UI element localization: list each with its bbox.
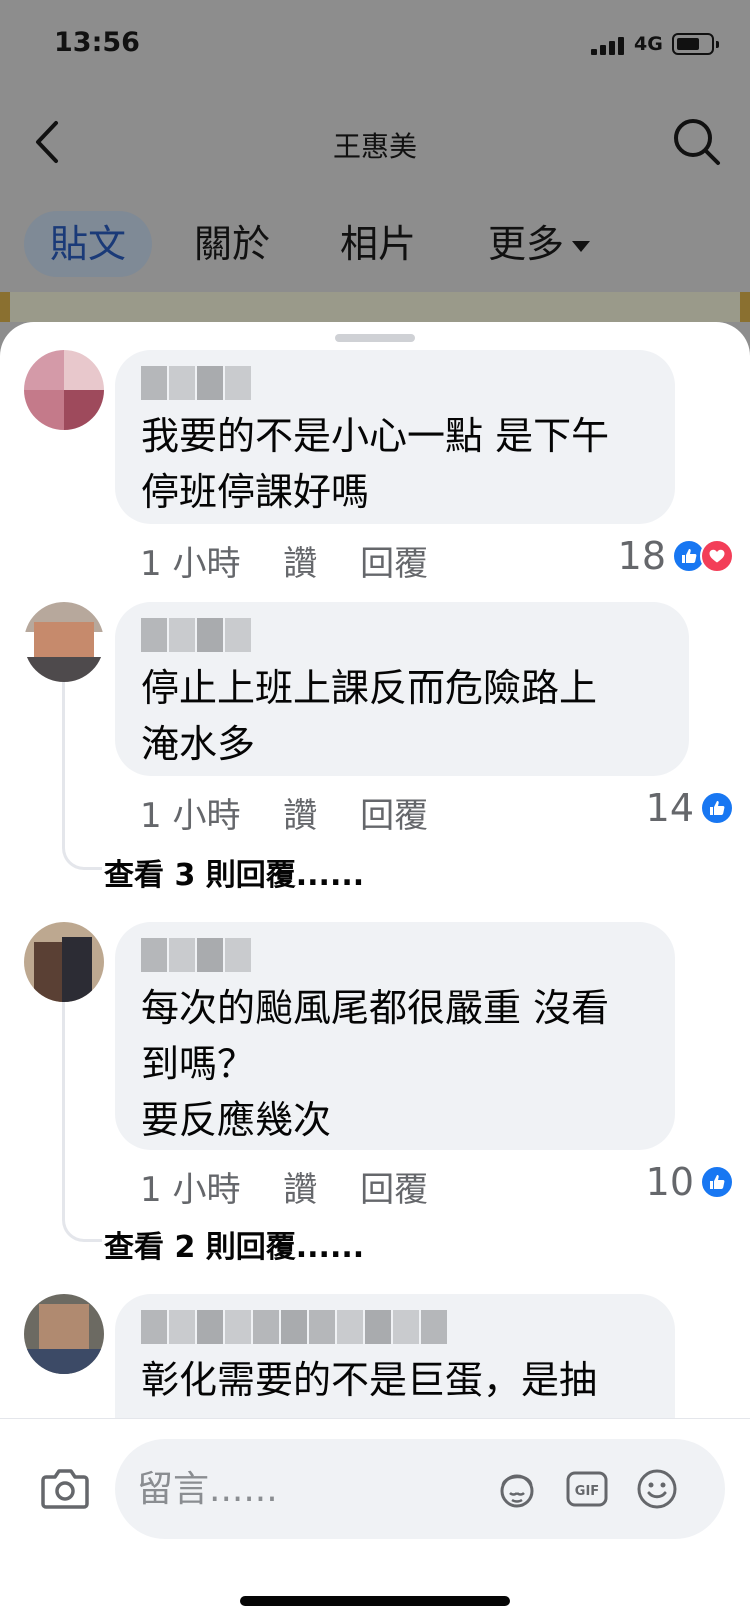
- comment-composer: GIF: [0, 1418, 750, 1624]
- tab-about[interactable]: 關於: [194, 211, 270, 277]
- reaction-count: 14: [645, 786, 694, 830]
- background-page: 13:56 4G 王惠美 貼文 關於 相片 更多: [0, 0, 750, 340]
- comment-time: 1 小時: [140, 796, 241, 836]
- avatar[interactable]: [24, 602, 104, 682]
- home-indicator[interactable]: [240, 1596, 510, 1606]
- reaction-count: 18: [617, 534, 666, 578]
- reaction-summary[interactable]: 14: [645, 786, 734, 830]
- like-button[interactable]: 讚: [283, 788, 317, 837]
- like-button[interactable]: 讚: [283, 1162, 317, 1211]
- reply-button[interactable]: 回覆: [360, 788, 428, 837]
- comment-text: 每次的颱風尾都很嚴重 沒看 到嗎？ 要反應幾次: [141, 986, 610, 1142]
- search-icon[interactable]: [670, 115, 722, 167]
- tab-photos[interactable]: 相片: [340, 211, 416, 277]
- comment-bubble: 停止上班上課反而危險路上 淹水多: [115, 602, 689, 776]
- gif-label: GIF: [575, 1484, 599, 1499]
- profile-tabs: 貼文 關於 相片 更多: [0, 205, 750, 280]
- comment-text: 彰化需要的不是巨蛋，是抽: [141, 1358, 598, 1402]
- comment-time: 1 小時: [140, 544, 241, 584]
- reaction-summary[interactable]: 10: [645, 1160, 734, 1204]
- comment-text: 我要的不是小心一點 是下午 停班停課好嗎: [141, 414, 610, 514]
- reaction-summary[interactable]: 18: [617, 534, 734, 578]
- avatar[interactable]: [24, 922, 104, 1002]
- signal-icon: [591, 37, 627, 55]
- comment-meta: 1 小時 讚 回覆: [140, 1162, 460, 1211]
- tab-more[interactable]: 更多: [488, 211, 591, 277]
- nav-bar: 王惠美: [0, 95, 750, 190]
- reply-button[interactable]: 回覆: [360, 536, 428, 585]
- network-label: 4G: [634, 33, 663, 55]
- comment-bubble: 我要的不是小心一點 是下午 停班停課好嗎: [115, 350, 675, 524]
- view-replies-link[interactable]: 查看 3 則回覆......: [104, 850, 364, 894]
- reply-thread-line: [62, 1002, 102, 1242]
- reply-button[interactable]: 回覆: [360, 1162, 428, 1211]
- avatar-sticker-icon[interactable]: [495, 1467, 539, 1511]
- caret-down-icon: [572, 241, 591, 252]
- like-icon: [700, 791, 734, 825]
- reply-thread-line: [62, 682, 102, 870]
- like-button[interactable]: 讚: [283, 536, 317, 585]
- emoji-icon[interactable]: [635, 1467, 679, 1511]
- tab-posts[interactable]: 貼文: [24, 211, 153, 277]
- avatar[interactable]: [24, 350, 104, 430]
- comment-time: 1 小時: [140, 1170, 241, 1210]
- status-bar: 13:56 4G: [0, 0, 750, 95]
- author-name-blurred[interactable]: [141, 1310, 649, 1344]
- author-name-blurred[interactable]: [141, 366, 649, 400]
- comment-input[interactable]: [137, 1459, 477, 1519]
- comment-input-pill[interactable]: GIF: [115, 1439, 725, 1539]
- author-name-blurred[interactable]: [141, 618, 663, 652]
- reaction-count: 10: [645, 1160, 694, 1204]
- love-icon: [700, 539, 734, 573]
- comment-text: 停止上班上課反而危險路上 淹水多: [141, 666, 598, 766]
- sheet-grabber[interactable]: [335, 334, 415, 342]
- view-replies-link[interactable]: 查看 2 則回覆......: [104, 1222, 364, 1266]
- page-title: 王惠美: [332, 130, 417, 163]
- tab-more-label: 更多: [488, 222, 565, 266]
- post-image-edge: [0, 292, 750, 322]
- status-time: 13:56: [54, 27, 140, 58]
- battery-icon: [672, 33, 719, 55]
- camera-icon[interactable]: [40, 1467, 90, 1511]
- author-name-blurred[interactable]: [141, 938, 649, 972]
- comment-meta: 1 小時 讚 回覆: [140, 788, 460, 837]
- like-icon: [700, 1165, 734, 1199]
- avatar[interactable]: [24, 1294, 104, 1374]
- gif-icon[interactable]: GIF: [565, 1467, 609, 1511]
- comment-bubble: 每次的颱風尾都很嚴重 沒看 到嗎？ 要反應幾次: [115, 922, 675, 1150]
- comment-meta: 1 小時 讚 回覆: [140, 536, 460, 585]
